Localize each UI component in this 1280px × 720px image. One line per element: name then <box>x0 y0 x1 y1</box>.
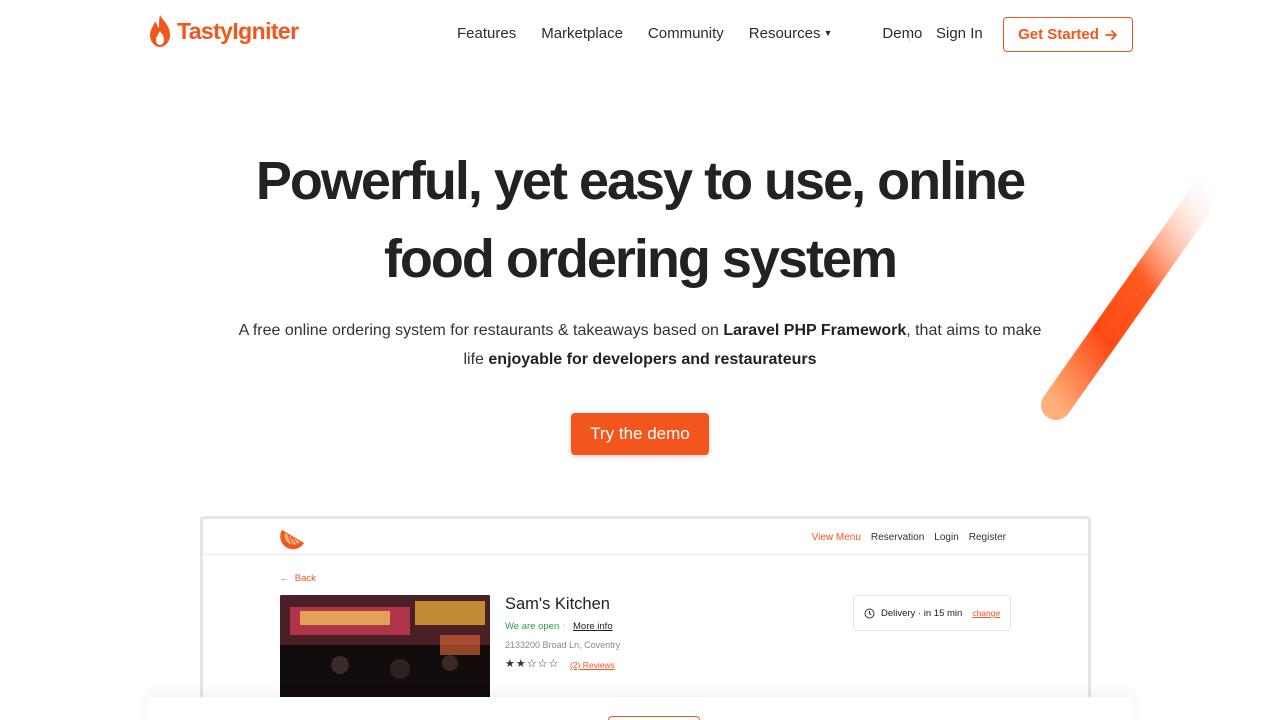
brand-logo[interactable]: TastyIgniter <box>147 14 299 48</box>
arrow-right-icon <box>1105 29 1117 40</box>
hero-subtitle-text-1: A free online ordering system for restau… <box>238 322 724 339</box>
bottom-feature-card <box>147 697 1133 720</box>
arrow-left-icon: ← <box>280 573 290 584</box>
nav-community[interactable]: Community <box>648 25 724 42</box>
main-nav-links: Features Marketplace Community Resources… <box>457 25 947 42</box>
star-empty-icon: ☆ <box>526 658 538 670</box>
get-started-button[interactable]: Get Started <box>1003 17 1133 52</box>
preview-nav-links: View Menu Reservation Login Register <box>812 532 1006 543</box>
separator-dot: · <box>563 620 566 630</box>
delivery-text: Delivery · in 15 min <box>881 607 963 619</box>
hero-title: Powerful, yet easy to use, online food o… <box>0 142 1280 298</box>
restaurant-photo-art <box>280 595 490 700</box>
open-status: We are open <box>505 621 560 632</box>
hero-subtitle-bold-2: enjoyable for developers and restaurateu… <box>488 351 817 368</box>
delivery-selector[interactable]: Delivery · in 15 min change <box>853 595 1011 631</box>
star-filled-icon: ★ <box>515 658 527 670</box>
flame-logo-icon <box>150 15 170 47</box>
try-demo-button[interactable]: Try the demo <box>571 413 709 455</box>
hero-subtitle: A free online ordering system for restau… <box>230 316 1050 374</box>
preview-nav-login[interactable]: Login <box>934 532 958 543</box>
delivery-change-link[interactable]: change <box>972 608 1000 618</box>
orange-slice-logo-icon <box>280 530 304 550</box>
restaurant-address: 2133200 Broad Ln, Coventry <box>505 640 621 650</box>
preview-nav: View Menu Reservation Login Register <box>203 519 1088 555</box>
nav-marketplace[interactable]: Marketplace <box>541 25 623 42</box>
reviews-link[interactable]: (2) Reviews <box>570 660 615 670</box>
hero-subtitle-bold-1: Laravel PHP Framework <box>723 322 907 339</box>
preview-back-label: Back <box>294 573 316 584</box>
top-nav: TastyIgniter Features Marketplace Commun… <box>0 0 1280 68</box>
rating-stars: ★★☆☆☆ <box>505 657 559 670</box>
preview-back-link[interactable]: ← Back <box>280 573 316 584</box>
star-empty-icon: ☆ <box>548 658 560 670</box>
star-filled-icon: ★ <box>505 658 516 670</box>
restaurant-photo <box>280 595 490 700</box>
clock-icon <box>864 608 875 618</box>
star-empty-icon: ☆ <box>537 658 549 670</box>
sign-in-link[interactable]: Sign In <box>936 25 983 42</box>
preview-nav-view-menu[interactable]: View Menu <box>812 532 861 543</box>
demo-preview: View Menu Reservation Login Register ← B… <box>200 516 1091 720</box>
hero-title-line1: Powerful, yet easy to use, online <box>255 151 1026 211</box>
nav-divider <box>909 27 910 42</box>
bottom-card-tab[interactable] <box>608 716 700 720</box>
get-started-label: Get Started <box>1018 26 1099 43</box>
more-info-link[interactable]: More info <box>573 621 613 632</box>
preview-nav-reservation[interactable]: Reservation <box>871 532 924 543</box>
restaurant-name: Sam's Kitchen <box>505 595 610 613</box>
nav-demo[interactable]: Demo <box>882 25 922 42</box>
nav-resources[interactable]: Resources ▼ <box>749 25 858 42</box>
nav-features[interactable]: Features <box>457 25 516 42</box>
caret-down-icon: ▼ <box>823 28 833 38</box>
brand-name: TastyIgniter <box>177 17 299 44</box>
preview-nav-register[interactable]: Register <box>969 532 1006 543</box>
nav-resources-label: Resources <box>748 25 821 42</box>
hero-title-line2: food ordering system <box>383 229 898 289</box>
